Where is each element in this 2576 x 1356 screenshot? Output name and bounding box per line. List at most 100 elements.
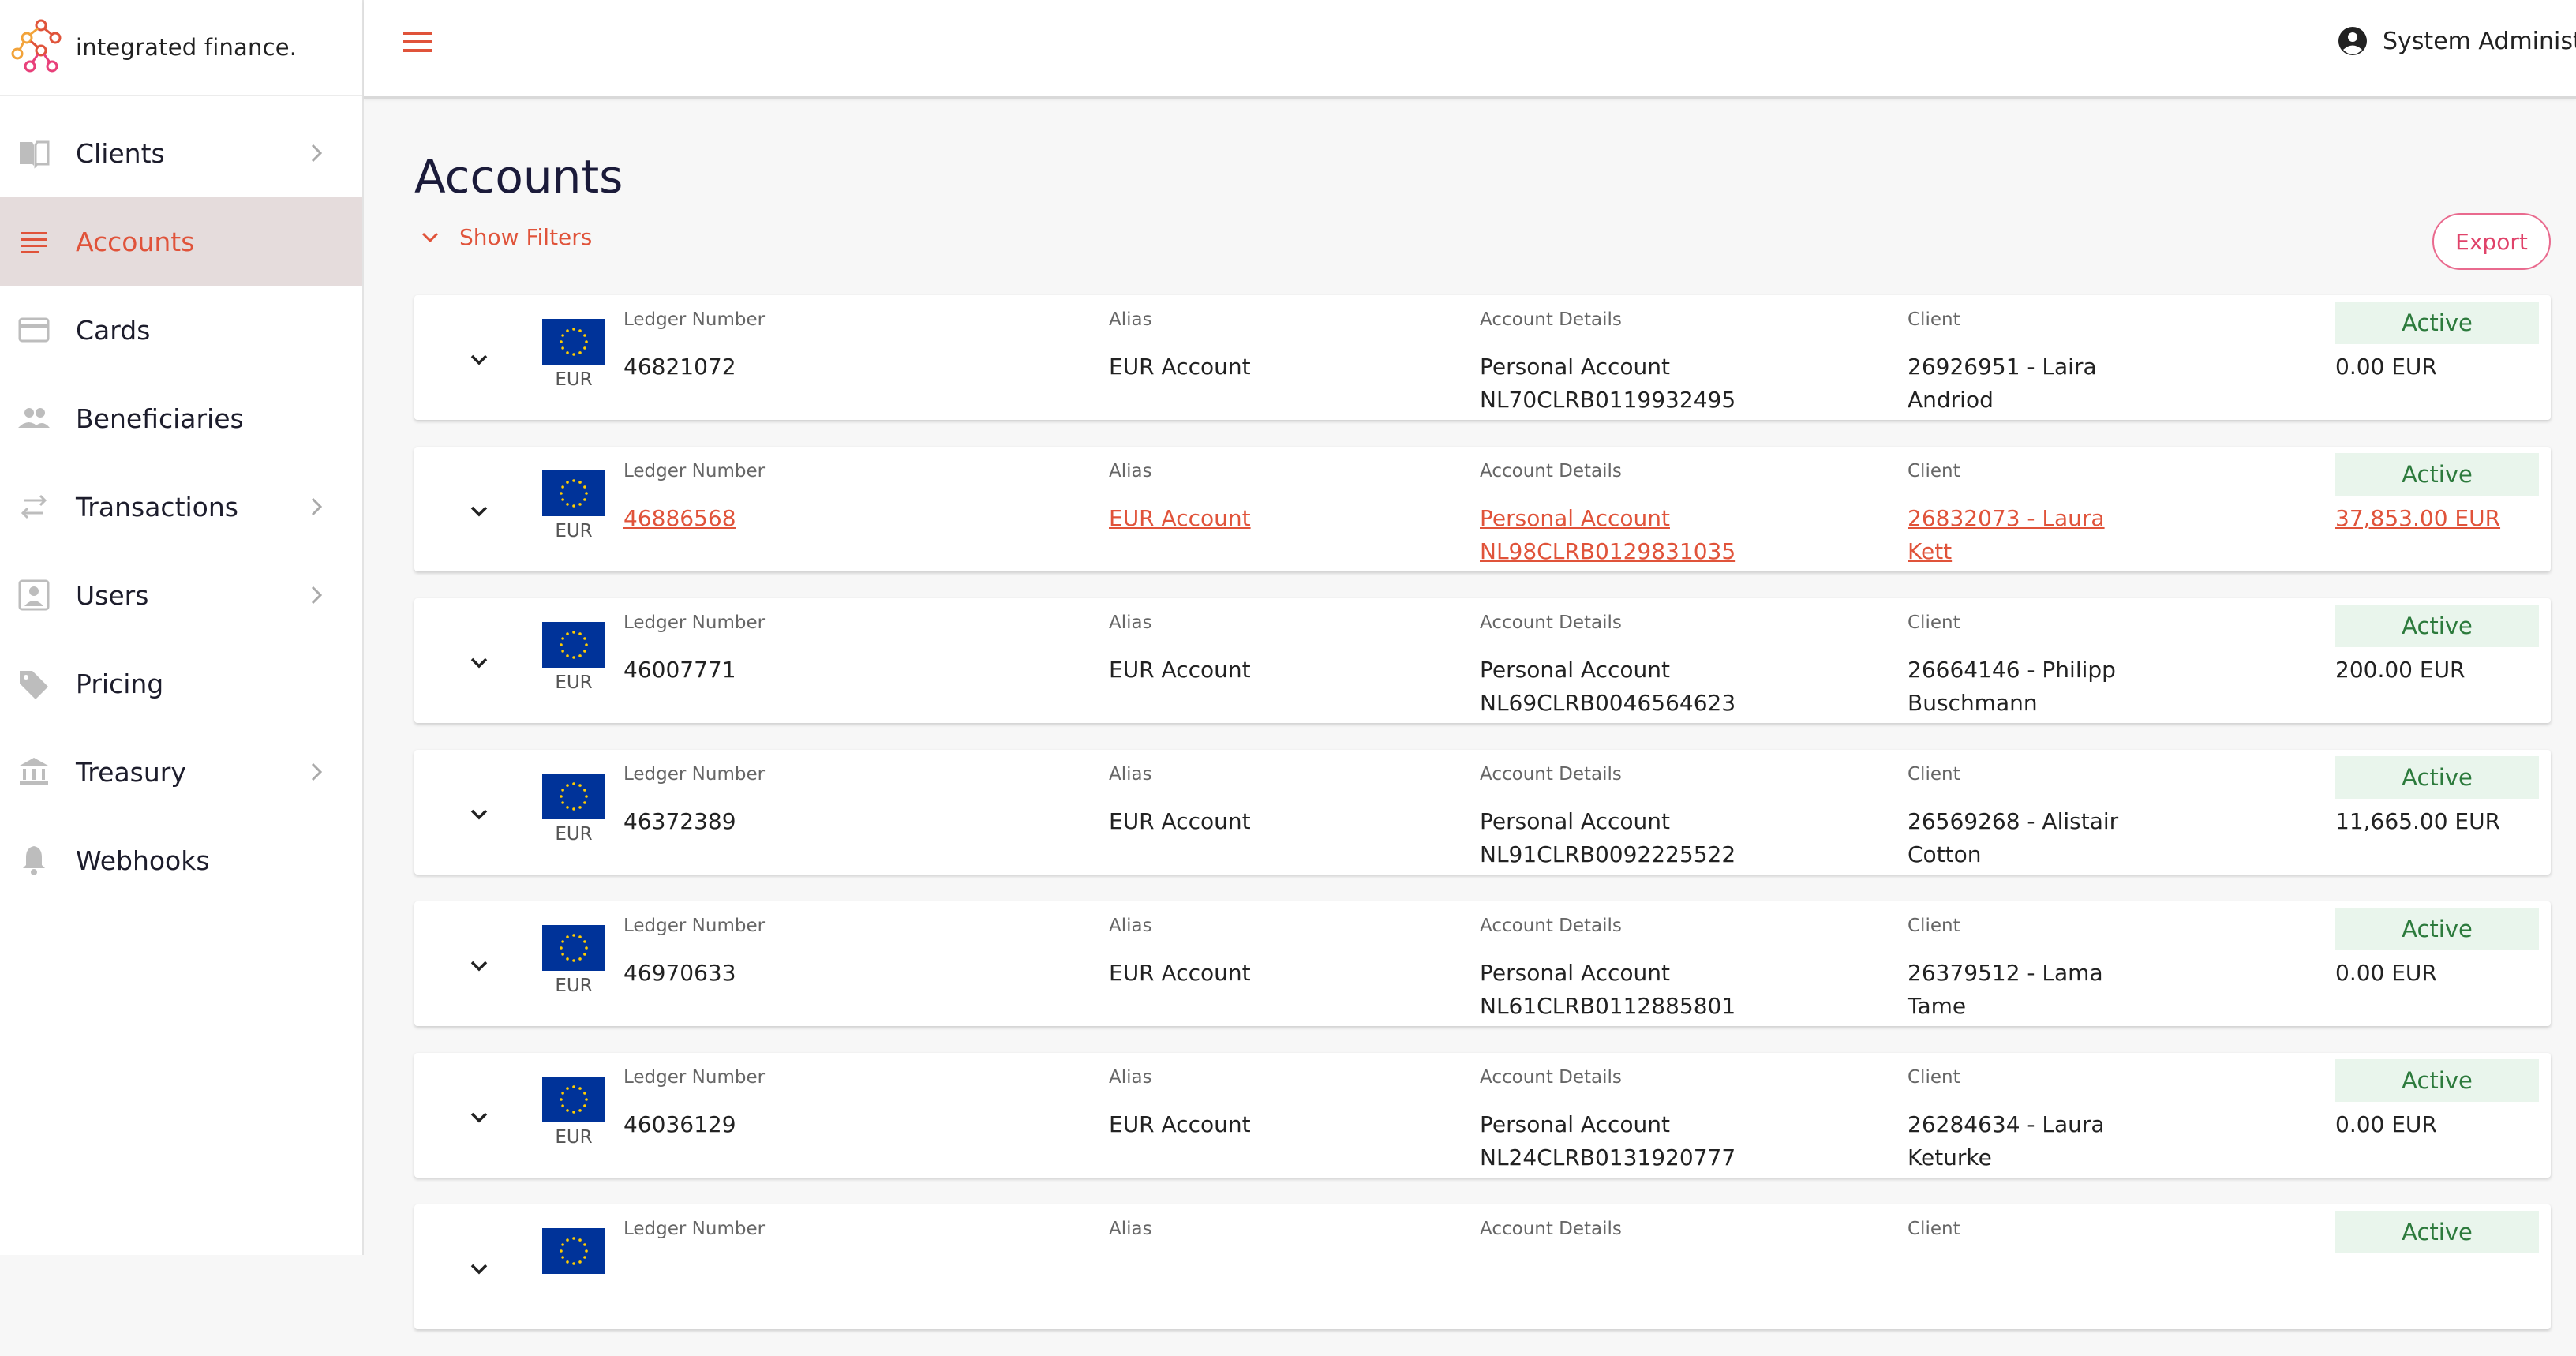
hamburger-menu-icon[interactable] — [399, 27, 440, 58]
sidebar-item-users[interactable]: Users — [0, 551, 362, 639]
expand-row-icon[interactable] — [466, 499, 492, 524]
brand-logo[interactable]: integrated finance. — [9, 8, 297, 87]
expand-row-icon[interactable] — [466, 347, 492, 373]
account-row[interactable]: EUR Ledger Number 46970633 Alias EUR Account… — [414, 901, 2551, 1026]
alias-column: Alias EUR Account — [1109, 1067, 1251, 1141]
eu-flag-icon — [542, 319, 605, 365]
client-header: Client — [1908, 461, 1960, 481]
alias-value: EUR Account — [1109, 354, 1251, 380]
balance-value: 200.00 EUR — [2335, 657, 2466, 683]
currency-code: EUR — [555, 369, 593, 390]
sidebar-item-label: Clients — [76, 137, 165, 169]
alias-header: Alias — [1109, 461, 1152, 481]
client-value[interactable]: 26832073 - Laura Kett — [1908, 502, 2144, 568]
client-header: Client — [1908, 309, 1960, 330]
details-column: Account Details Personal Account NL70CLRB0… — [1480, 309, 1735, 417]
account-row[interactable]: EUR Ledger Number 46007771 Alias EUR Account… — [414, 598, 2551, 723]
eu-flag-icon — [542, 470, 605, 516]
sidebar-item-pricing[interactable]: Pricing — [0, 639, 362, 728]
top-bar: System Administrat — [364, 0, 2576, 99]
ledger-column: Ledger Number 46036129 — [623, 1067, 765, 1141]
account-row[interactable]: EUR Ledger Number 46821072 Alias EUR Account… — [414, 295, 2551, 420]
details-column: Account Details Personal Account NL69CLRB0… — [1480, 612, 1735, 720]
ledger-column: Ledger Number 46821072 — [623, 309, 765, 384]
people-icon — [16, 401, 52, 436]
sidebar-item-label: Cards — [76, 314, 151, 346]
alias-header: Alias — [1109, 764, 1152, 785]
sidebar-item-label: Users — [76, 579, 149, 611]
status-badge: Active — [2335, 302, 2539, 344]
show-filters-toggle[interactable]: Show Filters — [418, 224, 592, 250]
ledger-number: 46372389 — [623, 808, 736, 834]
balance-value: 0.00 EUR — [2335, 1111, 2437, 1137]
alias-column: Alias EUR Account — [1109, 461, 1251, 535]
user-menu[interactable]: System Administrat — [2337, 22, 2576, 60]
expand-row-icon[interactable] — [466, 650, 492, 676]
alias-value: EUR Account — [1109, 657, 1251, 683]
details-column: Account Details Personal Account NL91CLRB0… — [1480, 764, 1735, 871]
account-type[interactable]: Personal Account — [1480, 502, 1735, 535]
sidebar-item-clients[interactable]: Clients — [0, 109, 362, 197]
account-iban: NL91CLRB0092225522 — [1480, 841, 1736, 867]
details-header: Account Details — [1480, 764, 1622, 785]
ledger-column: Ledger Number 46970633 — [623, 916, 765, 990]
details-column: Account Details Personal Account NL24CLRB0… — [1480, 1067, 1735, 1174]
status-badge: Active — [2335, 605, 2539, 647]
sidebar-item-treasury[interactable]: Treasury — [0, 728, 362, 816]
account-row[interactable]: EUR Ledger Number 46036129 Alias EUR Account… — [414, 1053, 2551, 1178]
ledger-column: Ledger Number 46007771 — [623, 612, 765, 687]
alias-value: EUR Account — [1109, 808, 1251, 834]
alias-header: Alias — [1109, 1067, 1152, 1088]
sidebar-item-cards[interactable]: Cards — [0, 286, 362, 374]
sidebar-item-label: Treasury — [76, 756, 186, 788]
sidebar-item-label: Beneficiaries — [76, 403, 244, 434]
sidebar: integrated finance. Clients Accounts Cards… — [0, 0, 364, 1255]
ledger-number: 46036129 — [623, 1111, 736, 1137]
status-badge: Active — [2335, 756, 2539, 799]
sidebar-item-label: Webhooks — [76, 845, 210, 876]
expand-row-icon[interactable] — [466, 953, 492, 979]
account-row[interactable]: EUR Ledger Number 46372389 Alias EUR Account… — [414, 750, 2551, 875]
ledger-number: 46007771 — [623, 657, 736, 683]
client-column: Client 26664146 - Philipp Buschmann — [1908, 612, 2144, 720]
account-iban[interactable]: NL98CLRB0129831035 — [1480, 535, 1735, 568]
tag-icon — [16, 666, 52, 701]
sidebar-item-accounts[interactable]: Accounts — [0, 197, 362, 286]
ledger-header: Ledger Number — [623, 1219, 766, 1239]
show-filters-label: Show Filters — [459, 224, 593, 250]
export-button[interactable]: Export — [2432, 213, 2551, 270]
account-row[interactable]: EUR Ledger Number 46886568 Alias EUR Account… — [414, 447, 2551, 571]
eu-flag-icon — [542, 622, 605, 668]
sidebar-item-transactions[interactable]: Transactions — [0, 463, 362, 551]
eu-flag-icon — [542, 1228, 605, 1274]
alias-value[interactable]: EUR Account — [1109, 502, 1251, 535]
alias-column: Alias EUR Account — [1109, 309, 1251, 384]
account-row[interactable]: Ledger Number Alias Account Details Client A… — [414, 1204, 2551, 1329]
alias-value: EUR Account — [1109, 1111, 1251, 1137]
user-name: System Administrat — [2383, 27, 2576, 55]
eu-flag-icon — [542, 925, 605, 971]
account-type: Personal Account — [1480, 808, 1670, 834]
book-icon — [16, 136, 52, 170]
expand-row-icon[interactable] — [466, 802, 492, 827]
ledger-header: Ledger Number — [623, 612, 766, 633]
ledger-number[interactable]: 46886568 — [623, 502, 765, 535]
ledger-column: Ledger Number 46372389 — [623, 764, 765, 838]
transfer-icon — [16, 489, 52, 524]
bell-icon — [16, 843, 52, 878]
alias-header: Alias — [1109, 612, 1152, 633]
alias-column: Alias — [1109, 1219, 1152, 1260]
expand-row-icon[interactable] — [466, 1257, 492, 1282]
details-header: Account Details — [1480, 916, 1622, 936]
expand-row-icon[interactable] — [466, 1105, 492, 1130]
details-header: Account Details — [1480, 1219, 1622, 1239]
ledger-header: Ledger Number — [623, 309, 766, 330]
sidebar-item-beneficiaries[interactable]: Beneficiaries — [0, 374, 362, 463]
card-icon — [16, 313, 52, 347]
balance-value[interactable]: 37,853.00 EUR — [2335, 502, 2500, 535]
currency-code: EUR — [555, 521, 593, 541]
accounts-list: EUR Ledger Number 46821072 Alias EUR Account… — [414, 295, 2551, 1356]
eu-flag-icon — [542, 774, 605, 819]
currency-code: EUR — [555, 976, 593, 996]
sidebar-item-webhooks[interactable]: Webhooks — [0, 816, 362, 905]
